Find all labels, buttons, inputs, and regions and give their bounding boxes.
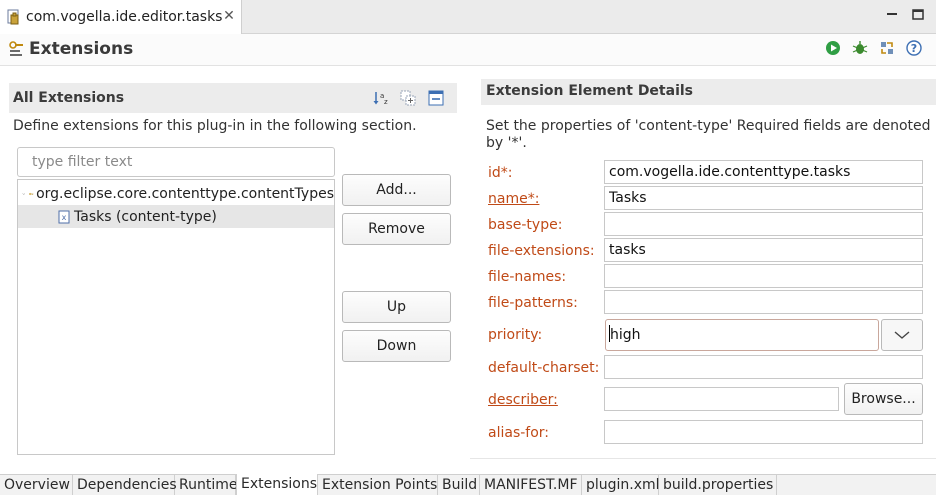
tab-extensions[interactable]: Extensions: [236, 474, 318, 495]
editor-tab-bar: com.vogella.ide.editor.tasks ✕: [0, 0, 936, 34]
element-details-description-line1: Set the properties of 'content-type' Req…: [486, 118, 931, 134]
default-charset-field[interactable]: [604, 355, 923, 379]
element-details-title: Extension Element Details: [486, 83, 693, 99]
sort-alpha-icon[interactable]: a z: [373, 90, 389, 106]
name-label[interactable]: name*:: [488, 191, 539, 207]
element-details-description-line2: by '*'.: [486, 135, 527, 151]
extension-point-icon: [29, 192, 34, 195]
alias-for-field[interactable]: [604, 420, 923, 444]
details-divider: [470, 458, 936, 459]
run-icon[interactable]: [825, 40, 841, 56]
tree-item-label: Tasks (content-type): [74, 208, 217, 225]
default-charset-label: default-charset:: [488, 360, 600, 376]
collapse-all-icon[interactable]: [428, 90, 444, 106]
tab-manifest[interactable]: MANIFEST.MF: [480, 475, 582, 495]
priority-dropdown-button[interactable]: [881, 319, 923, 351]
tree-item-extension-point[interactable]: org.eclipse.core.contenttype.contentType…: [18, 182, 334, 205]
id-label: id*:: [488, 165, 513, 181]
file-names-label: file-names:: [488, 269, 567, 285]
page-tabs: Overview Dependencies Runtime Extensions…: [0, 474, 936, 495]
expand-all-icon[interactable]: [400, 90, 416, 106]
extensions-icon: [9, 41, 23, 56]
chevron-down-icon[interactable]: [22, 188, 26, 200]
file-patterns-field[interactable]: [604, 290, 923, 314]
element-details-section-header: Extension Element Details: [481, 79, 936, 105]
tab-dependencies[interactable]: Dependencies: [73, 475, 177, 495]
tree-item-content-type[interactable]: x Tasks (content-type): [18, 205, 334, 228]
file-extensions-field[interactable]: [604, 238, 923, 262]
priority-value: high: [610, 327, 641, 343]
filter-input[interactable]: [17, 147, 335, 177]
up-button[interactable]: Up: [342, 291, 451, 323]
chevron-down-icon: [894, 331, 910, 339]
svg-text:?: ?: [911, 42, 917, 55]
tab-runtime[interactable]: Runtime: [175, 475, 237, 495]
minimize-icon[interactable]: [884, 6, 900, 22]
extensions-tree[interactable]: org.eclipse.core.contenttype.contentType…: [17, 179, 335, 455]
tree-item-label: org.eclipse.core.contenttype.contentType…: [36, 185, 334, 202]
file-patterns-label: file-patterns:: [488, 295, 578, 311]
tab-plugin-xml[interactable]: plugin.xml: [582, 475, 660, 495]
id-field[interactable]: [604, 160, 923, 184]
page-title: Extensions: [29, 39, 134, 59]
all-extensions-description: Define extensions for this plug-in in th…: [13, 118, 417, 134]
svg-text:z: z: [384, 98, 388, 106]
tab-overview[interactable]: Overview: [0, 475, 73, 495]
alias-for-label: alias-for:: [488, 425, 550, 441]
close-icon[interactable]: ✕: [222, 9, 236, 23]
all-extensions-title: All Extensions: [13, 90, 125, 106]
tab-extension-points[interactable]: Extension Points: [318, 475, 438, 495]
base-type-field[interactable]: [604, 212, 923, 236]
describer-field[interactable]: [604, 387, 839, 411]
editor-tab[interactable]: com.vogella.ide.editor.tasks ✕: [0, 0, 242, 34]
svg-text:x: x: [62, 213, 67, 222]
browse-button[interactable]: Browse...: [844, 383, 923, 415]
maximize-icon[interactable]: [910, 6, 926, 22]
remove-button[interactable]: Remove: [342, 213, 451, 245]
form-header: Extensions: [0, 34, 936, 66]
describer-label[interactable]: describer:: [488, 392, 558, 408]
file-extensions-label: file-extensions:: [488, 243, 595, 259]
base-type-label: base-type:: [488, 217, 563, 233]
tab-build[interactable]: Build: [438, 475, 480, 495]
editor-tab-title: com.vogella.ide.editor.tasks: [26, 9, 223, 25]
priority-label: priority:: [488, 327, 543, 343]
name-field[interactable]: [604, 186, 923, 210]
priority-combo[interactable]: high: [605, 319, 879, 351]
element-icon: x: [58, 210, 70, 223]
add-button[interactable]: Add...: [342, 174, 451, 206]
debug-icon[interactable]: [852, 40, 868, 56]
plugin-manifest-icon: [7, 9, 19, 25]
down-button[interactable]: Down: [342, 330, 451, 362]
tab-build-properties[interactable]: build.properties: [659, 475, 777, 495]
file-names-field[interactable]: [604, 264, 923, 288]
all-extensions-section-header: All Extensions a z: [9, 83, 457, 113]
export-wizard-icon[interactable]: [879, 40, 895, 56]
help-icon[interactable]: ?: [906, 40, 922, 56]
